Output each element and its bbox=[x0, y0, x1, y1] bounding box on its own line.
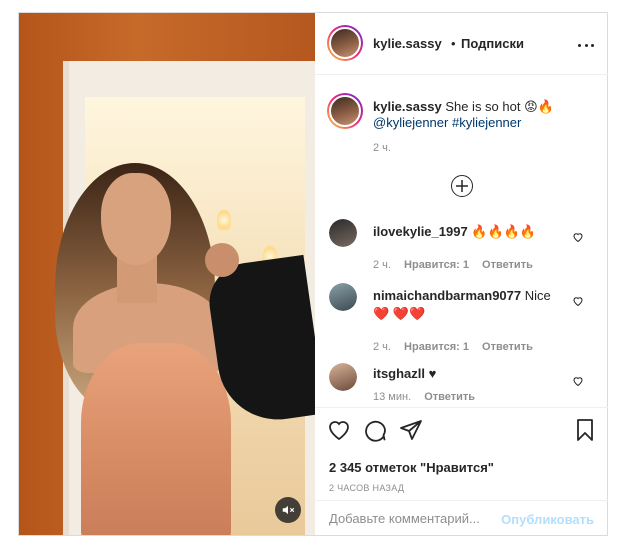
add-comment-bar: Опубликовать bbox=[315, 500, 608, 536]
comment-meta: 2 ч. Нравится: 1 Ответить bbox=[373, 341, 543, 353]
posted-time: 2 часов назад bbox=[329, 483, 405, 493]
caption-text: She is so hot 😡🔥 bbox=[445, 99, 554, 114]
comment-text-block: nimaichandbarman9077 Nice ❤️ ❤️❤️ bbox=[373, 287, 563, 323]
comment-body: 🔥🔥🔥🔥 bbox=[471, 224, 537, 239]
caption-time: 2 ч. bbox=[373, 142, 391, 154]
post-modal: kylie.sassy • Подписки kylie.sassy She i… bbox=[18, 12, 608, 536]
post-actions: 2 345 отметок "Нравится" 2 часов назад О… bbox=[315, 407, 608, 535]
load-more-comments-button[interactable] bbox=[451, 175, 473, 197]
comment-username[interactable]: nimaichandbarman9077 bbox=[373, 288, 521, 303]
publish-button[interactable]: Опубликовать bbox=[501, 512, 594, 527]
commenter-avatar[interactable] bbox=[329, 283, 357, 311]
comment-reply-button[interactable]: Ответить bbox=[482, 341, 533, 353]
caption-mention[interactable]: @kyliejenner bbox=[373, 115, 448, 130]
caption-avatar[interactable] bbox=[327, 93, 363, 129]
comment-text-block: ilovekylie_1997 🔥🔥🔥🔥 bbox=[373, 223, 563, 241]
caption-hashtag[interactable]: #kyliejenner bbox=[452, 115, 521, 130]
comment-reply-button[interactable]: Ответить bbox=[424, 391, 475, 403]
plus-circle-icon bbox=[456, 180, 468, 192]
comment-body: ♥ bbox=[428, 366, 437, 381]
separator-dot: • bbox=[451, 36, 456, 51]
more-options-icon[interactable] bbox=[578, 37, 594, 53]
mute-button[interactable] bbox=[275, 497, 301, 523]
comment-username[interactable]: ilovekylie_1997 bbox=[373, 224, 468, 239]
comment-likes[interactable]: Нравится: 1 bbox=[404, 341, 469, 353]
comment-meta: 13 мин. Ответить bbox=[373, 391, 485, 403]
author-username[interactable]: kylie.sassy bbox=[373, 36, 442, 51]
post-panel: kylie.sassy • Подписки kylie.sassy She i… bbox=[315, 13, 608, 535]
comment-time: 2 ч. bbox=[373, 341, 391, 353]
likes-count[interactable]: 2 345 отметок "Нравится" bbox=[329, 460, 494, 475]
commenter-avatar[interactable] bbox=[329, 219, 357, 247]
bookmark-icon[interactable] bbox=[573, 418, 597, 442]
post-header: kylie.sassy • Подписки bbox=[315, 13, 608, 75]
heart-icon[interactable] bbox=[327, 418, 351, 442]
comment-time: 13 мин. bbox=[373, 391, 412, 403]
comment-likes[interactable]: Нравится: 1 bbox=[404, 259, 469, 271]
author-avatar[interactable] bbox=[327, 25, 363, 61]
photo-face bbox=[101, 173, 171, 265]
comment-like-icon[interactable] bbox=[572, 231, 584, 243]
mute-icon bbox=[282, 505, 295, 515]
post-caption: kylie.sassy She is so hot 😡🔥 @kyliejenne… bbox=[373, 99, 593, 131]
comment-like-icon[interactable] bbox=[572, 375, 584, 387]
share-icon[interactable] bbox=[399, 418, 423, 442]
photo-lamp bbox=[217, 209, 231, 231]
comment-text-block: itsghazll ♥ bbox=[373, 365, 563, 383]
comment-icon[interactable] bbox=[363, 418, 387, 442]
comment-time: 2 ч. bbox=[373, 259, 391, 271]
comment-input[interactable] bbox=[329, 511, 499, 526]
follow-status-button[interactable]: Подписки bbox=[461, 36, 524, 51]
comment-meta: 2 ч. Нравится: 1 Ответить bbox=[373, 259, 543, 271]
caption-username[interactable]: kylie.sassy bbox=[373, 99, 442, 114]
photo-hand bbox=[205, 243, 239, 277]
comment-reply-button[interactable]: Ответить bbox=[482, 259, 533, 271]
comment-username[interactable]: itsghazll bbox=[373, 366, 425, 381]
photo-dress bbox=[81, 343, 231, 535]
post-photo[interactable] bbox=[19, 13, 315, 535]
commenter-avatar[interactable] bbox=[329, 363, 357, 391]
comment-like-icon[interactable] bbox=[572, 295, 584, 307]
